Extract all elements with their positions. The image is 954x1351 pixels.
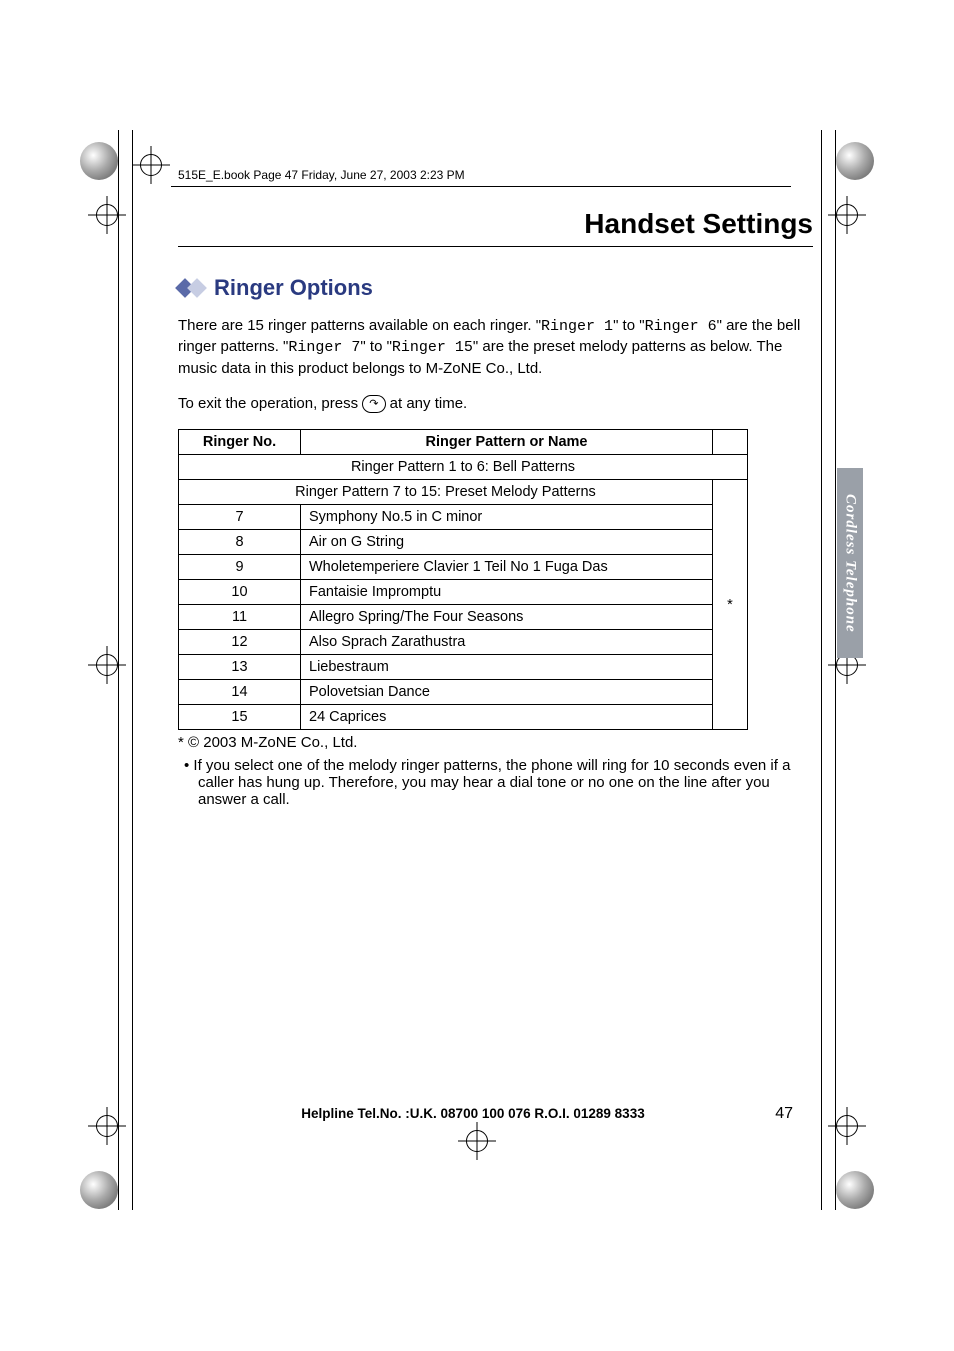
ringer-no: 10	[179, 580, 301, 605]
ringer-no: 9	[179, 555, 301, 580]
table-row: 12Also Sprach Zarathustra	[179, 630, 748, 655]
page-number: 47	[775, 1105, 793, 1123]
table-row: 7Symphony No.5 in C minor	[179, 505, 748, 530]
reg-target-tr	[832, 200, 862, 230]
span-melody-patterns: Ringer Pattern 7 to 15: Preset Melody Pa…	[179, 480, 713, 505]
table-row: 13Liebestraum	[179, 655, 748, 680]
crop-line-left-outer	[118, 130, 119, 1210]
ringer-name: Wholetemperiere Clavier 1 Teil No 1 Fuga…	[301, 555, 713, 580]
side-tab: Cordless Telephone	[837, 468, 863, 658]
th-star	[713, 430, 748, 455]
table-row: 8Air on G String	[179, 530, 748, 555]
ringer-no: 8	[179, 530, 301, 555]
table-span-row-2: Ringer Pattern 7 to 15: Preset Melody Pa…	[179, 480, 748, 505]
helpline-text: Helpline Tel.No. :U.K. 08700 100 076 R.O…	[301, 1106, 644, 1121]
table-row: 10Fantaisie Impromptu	[179, 580, 748, 605]
chapter-title: Handset Settings	[178, 208, 813, 247]
ringer-no: 14	[179, 680, 301, 705]
corner-sphere-bl	[80, 1171, 118, 1209]
intro-text: To exit the operation, press	[178, 395, 362, 412]
ringer-name: Fantaisie Impromptu	[301, 580, 713, 605]
intro-text: There are 15 ringer patterns available o…	[178, 317, 541, 334]
table-row: 9Wholetemperiere Clavier 1 Teil No 1 Fug…	[179, 555, 748, 580]
table-row: 1524 Caprices	[179, 705, 748, 730]
ringer-name: Symphony No.5 in C minor	[301, 505, 713, 530]
span-bell-patterns: Ringer Pattern 1 to 6: Bell Patterns	[179, 455, 748, 480]
table-span-row-1: Ringer Pattern 1 to 6: Bell Patterns	[179, 455, 748, 480]
ringer-name: Liebestraum	[301, 655, 713, 680]
page-frame: 515E_E.book Page 47 Friday, June 27, 200…	[123, 128, 823, 1143]
table-header-row: Ringer No. Ringer Pattern or Name	[179, 430, 748, 455]
th-ringer-name: Ringer Pattern or Name	[301, 430, 713, 455]
reg-target-br	[832, 1111, 862, 1141]
code-ringer-15: Ringer 15	[392, 339, 473, 356]
ringer-no: 11	[179, 605, 301, 630]
exit-key-icon: ↷	[362, 395, 385, 413]
intro-paragraph-2: To exit the operation, press ↷ at any ti…	[178, 394, 813, 414]
ringer-name: Allegro Spring/The Four Seasons	[301, 605, 713, 630]
heading-bullet-icon-2	[187, 278, 207, 298]
intro-text: at any time.	[386, 395, 468, 412]
corner-sphere-tr	[836, 142, 874, 180]
table-row: 11Allegro Spring/The Four Seasons	[179, 605, 748, 630]
section-title: Ringer Options	[214, 275, 373, 301]
corner-sphere-tl	[80, 142, 118, 180]
code-ringer-7: Ringer 7	[288, 339, 360, 356]
running-head-rule	[171, 186, 791, 187]
star-cell: *	[713, 480, 748, 730]
intro-text: " to "	[360, 338, 392, 355]
ringer-no: 7	[179, 505, 301, 530]
code-ringer-6: Ringer 6	[645, 318, 717, 335]
ringer-no: 12	[179, 630, 301, 655]
section-heading: Ringer Options	[178, 275, 813, 301]
crop-line-right-outer	[835, 130, 836, 1210]
bullet-note: • If you select one of the melody ringer…	[178, 757, 813, 808]
code-ringer-1: Ringer 1	[541, 318, 613, 335]
intro-text: " to "	[613, 317, 645, 334]
corner-sphere-br	[836, 1171, 874, 1209]
ringer-no: 13	[179, 655, 301, 680]
ringer-no: 15	[179, 705, 301, 730]
intro-paragraph-1: There are 15 ringer patterns available o…	[178, 316, 813, 379]
ringer-name: Air on G String	[301, 530, 713, 555]
th-ringer-no: Ringer No.	[179, 430, 301, 455]
copyright-footnote: * © 2003 M-ZoNE Co., Ltd.	[178, 734, 813, 751]
ringer-table: Ringer No. Ringer Pattern or Name Ringer…	[178, 429, 748, 730]
ringer-name: Polovetsian Dance	[301, 680, 713, 705]
running-head: 515E_E.book Page 47 Friday, June 27, 200…	[178, 168, 823, 182]
ringer-name: 24 Caprices	[301, 705, 713, 730]
ringer-name: Also Sprach Zarathustra	[301, 630, 713, 655]
table-row: 14Polovetsian Dance	[179, 680, 748, 705]
page-footer: Helpline Tel.No. :U.K. 08700 100 076 R.O…	[123, 1106, 823, 1121]
content: Handset Settings Ringer Options There ar…	[178, 208, 813, 808]
